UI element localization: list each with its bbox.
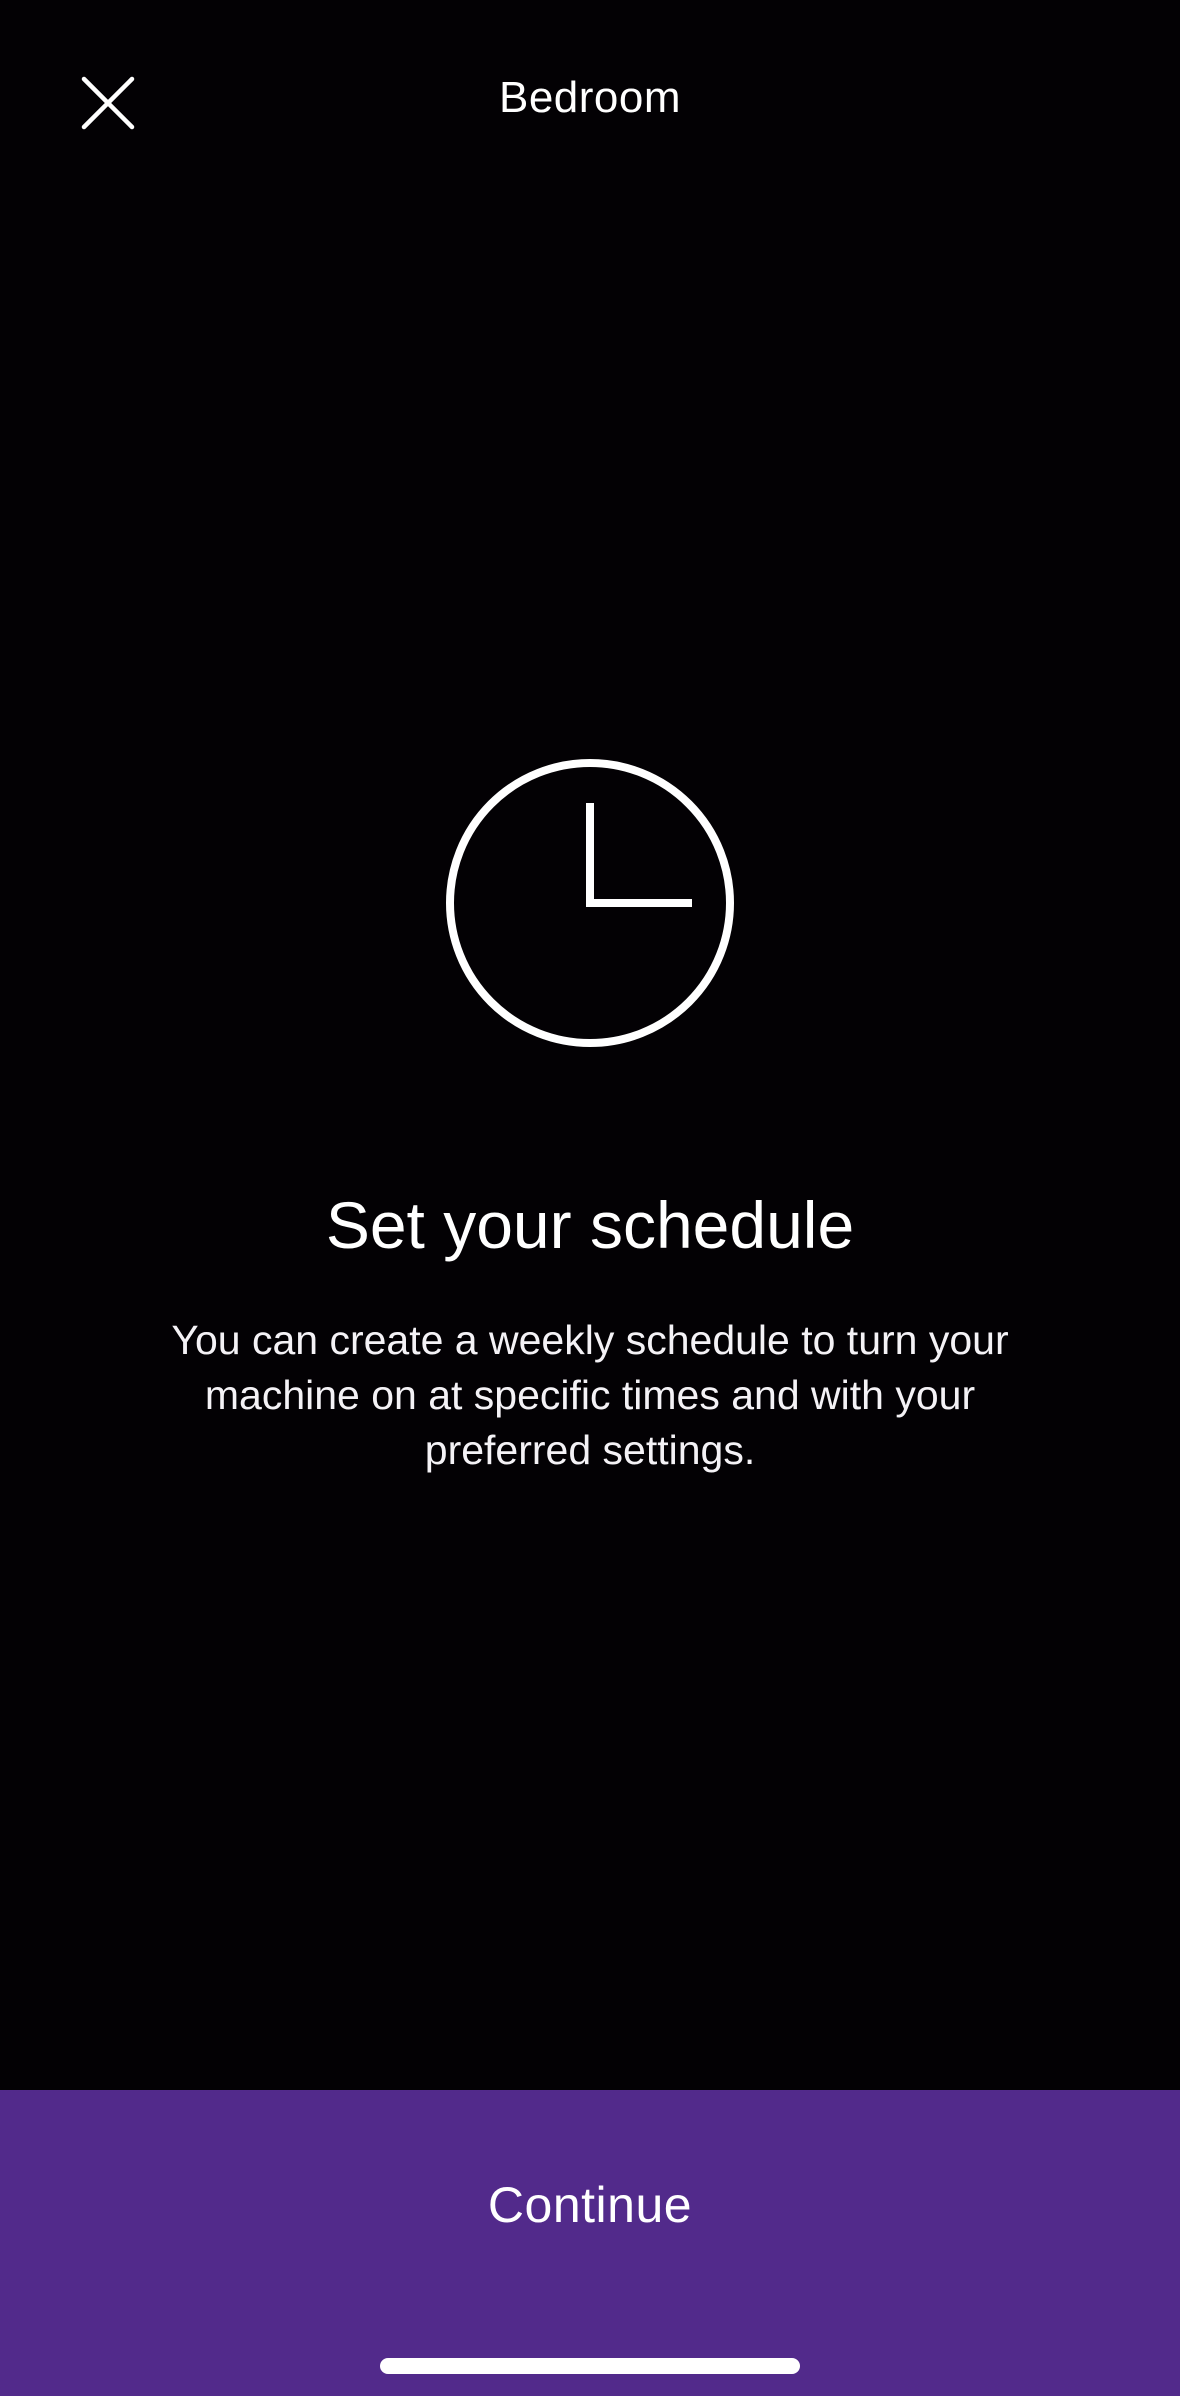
footer-bar: Continue (0, 2090, 1180, 2396)
home-indicator[interactable] (380, 2358, 800, 2374)
continue-button[interactable]: Continue (0, 2090, 1180, 2320)
schedule-description: You can create a weekly schedule to turn… (171, 1317, 1009, 1473)
page-title: Bedroom (498, 73, 682, 122)
schedule-headline: Set your schedule (325, 1188, 855, 1262)
schedule-intro-screen: Bedroom Set your schedule You can create… (0, 0, 1180, 2396)
header-bar: Bedroom (0, 0, 1180, 200)
clock-icon (445, 758, 735, 1048)
